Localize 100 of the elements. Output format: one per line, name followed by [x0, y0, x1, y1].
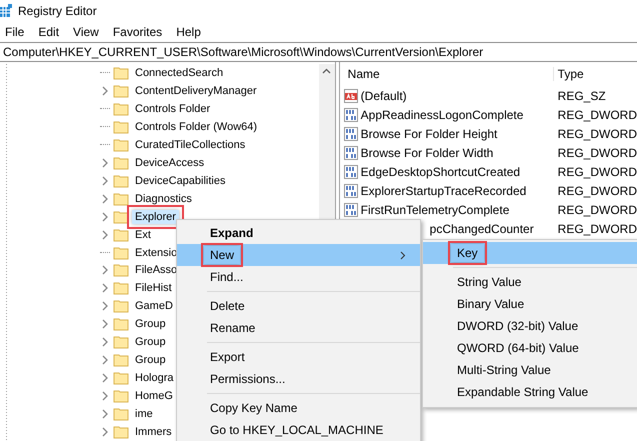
scroll-up-icon[interactable] — [322, 68, 332, 74]
binary-value-icon — [344, 108, 358, 122]
binary-value-icon — [344, 202, 358, 216]
chevron-icon[interactable] — [100, 427, 110, 438]
folder-icon — [113, 299, 129, 314]
menu-option[interactable]: Go to HKEY_LOCAL_MACHINE — [177, 419, 420, 441]
tree-item[interactable]: Immers — [132, 425, 175, 440]
chevron-icon[interactable] — [100, 409, 110, 420]
folder-icon — [113, 192, 129, 206]
chevron-icon[interactable] — [100, 86, 110, 96]
chevron-icon[interactable] — [100, 230, 110, 240]
folder-icon — [113, 389, 129, 404]
menu-item[interactable]: View — [72, 24, 100, 38]
value-name[interactable]: ExplorerStartupTraceRecorded — [360, 184, 526, 198]
folder-icon — [113, 281, 129, 296]
tree-item[interactable]: ContentDeliveryManager — [132, 84, 260, 98]
chevron-icon[interactable] — [100, 391, 110, 402]
tree-item[interactable]: DeviceCapabilities — [132, 174, 228, 188]
menu-item[interactable]: File — [4, 24, 26, 38]
folder-icon — [113, 335, 129, 350]
value-type: REG_DWORD — [556, 108, 637, 122]
folder-icon — [113, 120, 129, 134]
binary-value-icon — [344, 146, 358, 160]
menu-option[interactable]: Expandable String Value — [423, 381, 637, 403]
tree-item[interactable]: Controls Folder — [132, 102, 214, 116]
value-name[interactable]: pcChangedCounter — [430, 222, 534, 236]
tree-item[interactable]: Explorer — [132, 210, 179, 224]
menu-option[interactable]: Multi-String Value — [423, 359, 637, 381]
folder-icon — [113, 425, 129, 440]
tree-item[interactable]: HomeG — [132, 389, 176, 404]
tree-item[interactable]: Controls Folder (Wow64) — [132, 120, 260, 134]
value-type: REG_SZ — [556, 88, 607, 102]
folder-icon — [113, 84, 129, 98]
folder-icon — [113, 317, 129, 332]
menu-option[interactable]: QWORD (64-bit) Value — [423, 337, 637, 359]
folder-icon — [113, 102, 129, 116]
tree-item[interactable]: CuratedTileCollections — [132, 138, 248, 152]
tree-item[interactable]: Group — [132, 353, 169, 368]
tree-item[interactable]: Diagnostics — [132, 192, 195, 206]
chevron-icon[interactable] — [100, 301, 110, 312]
chevron-icon[interactable] — [100, 212, 110, 222]
value-type: REG_DWORD — [556, 126, 637, 140]
chevron-icon[interactable] — [100, 158, 110, 168]
tree-item[interactable]: ime — [132, 407, 156, 422]
tree-item[interactable]: Ext — [132, 228, 154, 242]
menu-option[interactable]: Export — [177, 346, 420, 368]
menu-option[interactable]: Copy Key Name — [177, 397, 420, 419]
menu-option[interactable]: Rename — [177, 317, 420, 339]
menu-option[interactable]: String Value — [423, 271, 637, 293]
chevron-icon[interactable] — [100, 319, 110, 330]
window-title: Registry Editor — [18, 4, 97, 18]
value-name[interactable]: (Default) — [360, 88, 407, 102]
folder-icon — [113, 353, 129, 368]
menu-item[interactable]: Edit — [37, 24, 60, 38]
menu-option[interactable]: Expand — [177, 222, 420, 244]
folder-icon — [113, 263, 129, 278]
tree-item[interactable]: FileHist — [132, 281, 175, 296]
column-header[interactable]: Name — [344, 67, 554, 81]
menu-item[interactable]: Help — [175, 24, 202, 38]
string-value-icon — [344, 88, 358, 102]
binary-value-icon — [344, 126, 358, 140]
chevron-icon[interactable] — [100, 373, 110, 384]
chevron-icon[interactable] — [100, 194, 110, 204]
chevron-icon[interactable] — [100, 176, 110, 186]
value-name[interactable]: FirstRunTelemetryComplete — [360, 202, 510, 216]
menu-option[interactable]: DWORD (32-bit) Value — [423, 315, 637, 337]
folder-icon — [113, 156, 129, 170]
folder-icon — [113, 66, 129, 80]
tree-item[interactable]: Group — [132, 317, 169, 332]
chevron-icon[interactable] — [100, 265, 110, 276]
value-name[interactable]: EdgeDesktopShortcutCreated — [360, 164, 520, 178]
menu-option[interactable]: Key — [423, 242, 637, 264]
chevron-icon[interactable] — [100, 337, 110, 348]
menu-option[interactable]: Permissions... — [177, 368, 420, 390]
tree-item[interactable]: Hologra — [132, 371, 177, 386]
folder-icon — [113, 228, 129, 242]
tree-item[interactable]: ConnectedSearch — [132, 66, 226, 80]
folder-icon — [113, 407, 129, 422]
folder-icon — [113, 371, 129, 386]
value-type: REG_DWORD — [556, 184, 637, 198]
menu-option[interactable]: Delete — [177, 295, 420, 317]
chevron-icon[interactable] — [100, 355, 110, 366]
value-type: REG_DWORD — [556, 202, 637, 216]
value-type: REG_DWORD — [556, 222, 637, 236]
chevron-icon[interactable] — [100, 283, 110, 294]
value-name[interactable]: AppReadinessLogonComplete — [360, 108, 524, 122]
tree-item[interactable]: DeviceAccess — [132, 156, 208, 170]
address-field[interactable]: Computer\HKEY_CURRENT_USER\Software\Microsoft\Windows\CurrentVersion\Explorer — [0, 42, 637, 62]
value-name[interactable]: Browse For Folder Height — [360, 126, 498, 140]
value-type: REG_DWORD — [556, 146, 637, 160]
folder-icon — [113, 246, 129, 260]
folder-icon — [113, 138, 129, 152]
menu-option[interactable]: New — [177, 244, 420, 266]
menu-option[interactable]: Binary Value — [423, 293, 637, 315]
menu-item[interactable]: Favorites — [112, 24, 164, 38]
tree-item[interactable]: GameD — [132, 299, 176, 314]
tree-item[interactable]: Group — [132, 335, 169, 350]
column-header[interactable]: Type — [554, 67, 637, 81]
binary-value-icon — [344, 164, 358, 178]
value-name[interactable]: Browse For Folder Width — [360, 146, 494, 160]
